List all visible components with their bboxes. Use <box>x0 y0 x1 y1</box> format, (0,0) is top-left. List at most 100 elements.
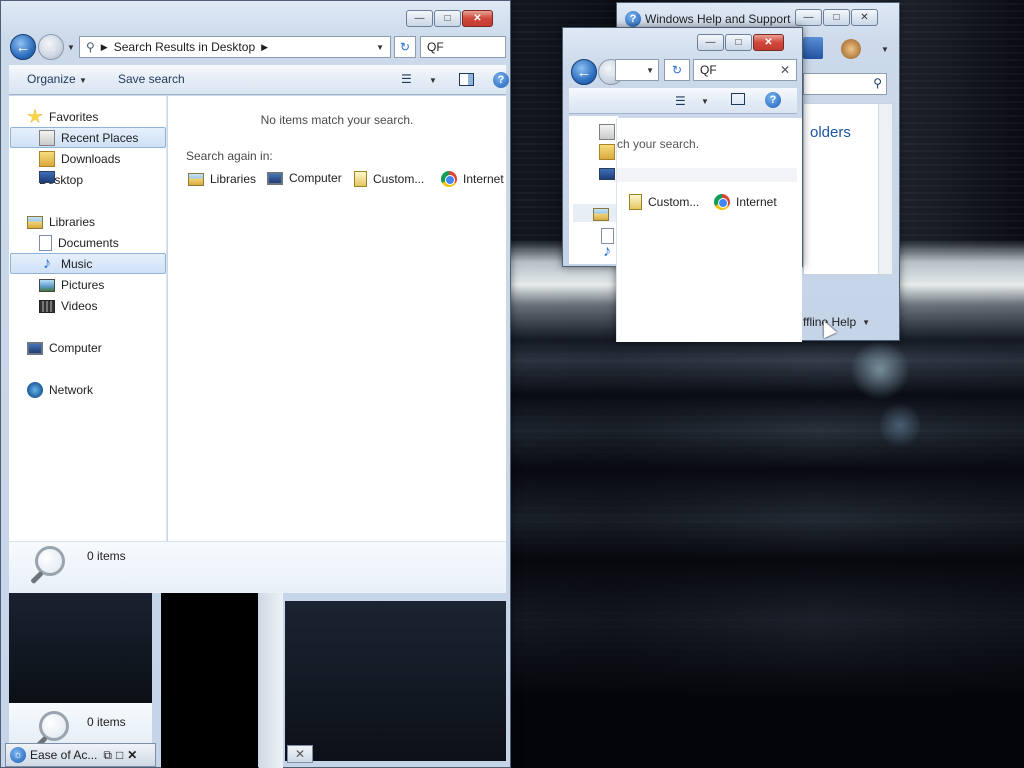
search-input-value: QF <box>700 63 717 77</box>
maximize-button[interactable]: □ <box>725 34 752 51</box>
favorites-label: Favorites <box>49 109 99 124</box>
sidebar-item-music[interactable]: ♪ Music <box>10 253 166 274</box>
empty-results-message: No items match your search. <box>260 113 414 127</box>
chevron-down-icon: ▼ <box>862 317 871 327</box>
libraries-row[interactable]: L <box>573 204 622 222</box>
custom-folder-icon <box>354 171 367 187</box>
taskbar-ease-of-access[interactable]: ☼ Ease of Ac... ⧉ □ ✕ <box>5 743 156 767</box>
taskbar-thumbnail[interactable] <box>285 601 506 761</box>
downloads-icon <box>39 150 55 167</box>
address-history-chevron-icon[interactable]: ▼ <box>376 43 384 52</box>
search-location-label: Custom... <box>373 172 425 186</box>
libraries-icon <box>27 216 43 229</box>
minimize-button[interactable]: — <box>406 10 433 27</box>
preview-pane-icon[interactable] <box>731 93 745 105</box>
search-input[interactable]: QF <box>420 36 506 58</box>
search-location-label: Custom... <box>648 195 700 209</box>
clear-search-icon[interactable]: ✕ <box>780 63 790 77</box>
search-folder-icon: ⚲ <box>86 40 95 54</box>
recent-pages-chevron-icon[interactable]: ▼ <box>67 43 75 52</box>
help-scrollbar[interactable] <box>878 104 892 274</box>
documents-icon <box>39 234 52 251</box>
search-location-label: Libraries <box>210 171 257 186</box>
search-location-custom[interactable]: Custom... <box>629 194 699 210</box>
sidebar-item-computer[interactable]: Computer <box>27 337 102 358</box>
libraries-label: Libraries <box>49 214 96 229</box>
music-icon[interactable]: ♪ <box>599 244 615 260</box>
search-location-custom[interactable]: Custom... <box>354 171 424 187</box>
caption-buttons: — □ ✕ <box>406 10 493 27</box>
search-input[interactable]: QF ✕ <box>693 59 797 81</box>
sidebar-item-network[interactable]: Network <box>27 379 93 400</box>
help-window-title: Windows Help and Support <box>645 12 791 26</box>
taskbar-thumbnail[interactable] <box>9 593 152 703</box>
maximize-icon[interactable]: □ <box>116 748 123 762</box>
sidebar-item-documents[interactable]: Documents <box>39 232 119 253</box>
people-icon[interactable] <box>841 39 861 59</box>
view-options-icon[interactable]: ☰ <box>675 94 686 108</box>
desktop-icon[interactable] <box>599 168 615 180</box>
address-bar[interactable]: ▼ <box>615 59 659 81</box>
close-button[interactable]: ✕ <box>462 10 493 27</box>
sidebar-item-label: Pictures <box>61 277 105 292</box>
preview-pane-icon[interactable] <box>459 73 474 86</box>
minimize-button[interactable]: — <box>795 9 822 26</box>
favorites-header[interactable]: Favorites <box>27 106 98 127</box>
chevron-down-icon[interactable]: ▼ <box>646 66 654 75</box>
minimize-button[interactable]: — <box>697 34 724 51</box>
light-glow <box>880 400 920 450</box>
second-toolbar: ☰ ▼ ? <box>569 88 797 114</box>
sidebar-item-downloads[interactable]: Downloads <box>39 148 120 169</box>
sidebar-item-recent-places[interactable]: Recent Places <box>10 127 166 148</box>
save-search-button[interactable]: Save search <box>118 72 185 86</box>
refresh-button[interactable]: ↻ <box>664 59 690 81</box>
address-bar[interactable]: ⚲ ▶ Search Results in Desktop ▶ ▼ <box>79 36 391 58</box>
libraries-header[interactable]: Libraries <box>27 211 95 232</box>
maximize-button[interactable]: □ <box>823 9 850 26</box>
forward-button[interactable]: → <box>38 34 64 60</box>
back-button[interactable]: ← <box>10 34 36 60</box>
taskbar-thumbnail[interactable] <box>161 593 258 768</box>
close-button[interactable]: ✕ <box>753 34 784 51</box>
search-icon <box>35 546 65 576</box>
help-toolbar-icon[interactable] <box>803 37 823 59</box>
help-icon[interactable]: ? <box>765 92 781 108</box>
chrome-icon <box>714 194 730 210</box>
help-icon[interactable]: ? <box>493 72 509 88</box>
organize-button[interactable]: Organize ▼ <box>27 72 87 86</box>
chevron-down-icon[interactable]: ▼ <box>429 76 437 85</box>
search-icon[interactable]: ⚲ <box>873 76 882 90</box>
sidebar-item-videos[interactable]: Videos <box>39 295 97 316</box>
sidebar-item-desktop[interactable]: Desktop <box>39 169 83 190</box>
view-options-icon[interactable]: ☰ <box>401 72 412 86</box>
computer-icon <box>267 172 283 185</box>
search-location-internet[interactable]: Internet <box>441 171 504 187</box>
search-location-label: Computer <box>289 171 342 185</box>
documents-icon[interactable] <box>601 228 614 244</box>
content-pane: No items match your search. Search again… <box>168 96 506 541</box>
recent-places-icon[interactable] <box>599 124 615 140</box>
breadcrumb-separator-icon[interactable]: ▶ <box>101 42 108 53</box>
breadcrumb-separator-icon[interactable]: ▶ <box>261 42 268 53</box>
help-link-partial[interactable]: olders <box>810 124 851 141</box>
maximize-button[interactable]: □ <box>434 10 461 27</box>
breadcrumb[interactable]: Search Results in Desktop <box>114 40 255 54</box>
item-count: 0 items <box>87 549 126 563</box>
search-location-internet[interactable]: Internet <box>714 194 777 210</box>
restore-icon[interactable]: ⧉ <box>103 748 112 763</box>
search-location-computer[interactable]: Computer <box>267 171 342 185</box>
taskbar-item-label: Ease of Ac... <box>30 748 98 762</box>
sidebar-item-label: Music <box>61 256 93 271</box>
close-button[interactable]: ✕ <box>851 9 878 26</box>
chevron-down-icon[interactable]: ▼ <box>881 45 889 54</box>
taskbar-close-button[interactable]: ✕ <box>287 745 313 763</box>
chevron-down-icon[interactable]: ▼ <box>701 97 709 106</box>
sidebar-item-pictures[interactable]: Pictures <box>39 274 104 295</box>
help-search-box[interactable]: ⚲ <box>803 73 887 95</box>
search-location-libraries[interactable]: Libraries <box>188 171 256 186</box>
offline-help-button[interactable]: ffline Help ▼ <box>803 315 870 329</box>
downloads-icon[interactable] <box>599 144 615 160</box>
help-window-title-bar[interactable]: ? Windows Help and Support <box>625 11 790 27</box>
close-icon[interactable]: ✕ <box>127 748 137 762</box>
refresh-button[interactable]: ↻ <box>394 36 416 58</box>
